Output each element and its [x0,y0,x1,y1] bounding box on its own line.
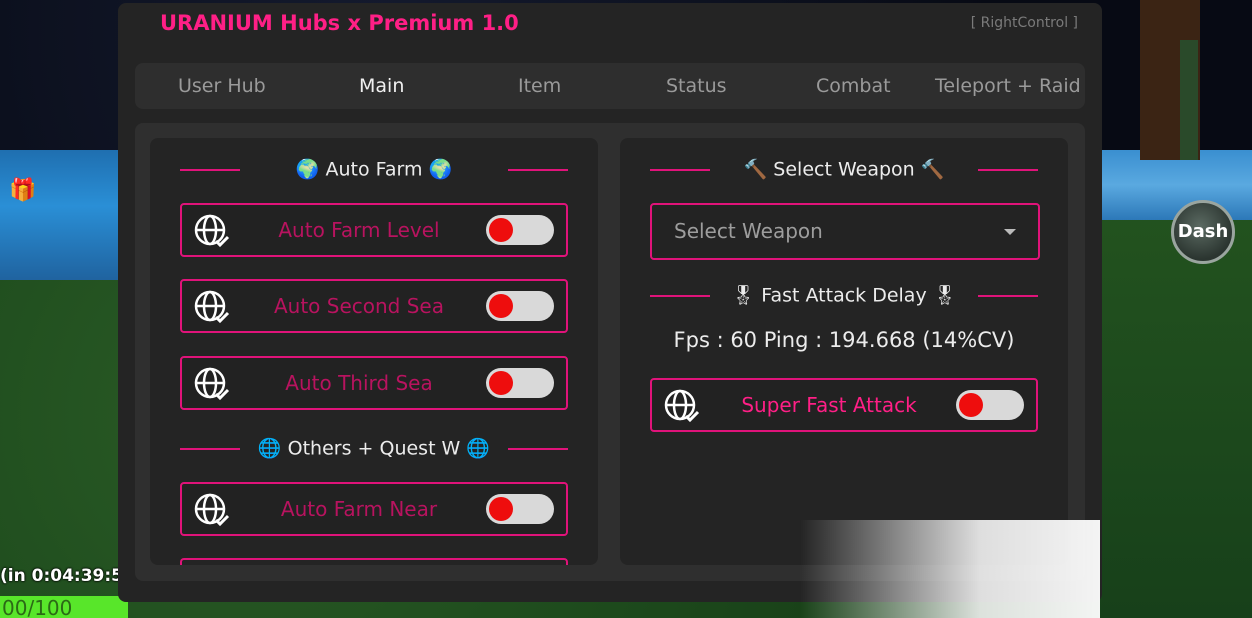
divider-line [978,169,1038,171]
hammer-icon: 🔨 [743,158,768,181]
health-bar: 00/100 [0,596,128,618]
toggle-knob [489,371,513,395]
section-others-quest: 🌐 Others + Quest W 🌐 [150,433,598,463]
right-panel: 🔨 Select Weapon 🔨 Select Weapon 🎖 Fast A… [620,138,1068,565]
globe-check-icon [194,214,230,248]
toggle-auto-third-sea[interactable]: Auto Third Sea [180,356,568,410]
hub-window: URANIUM Hubs x Premium 1.0 [ RightContro… [118,3,1102,602]
toggle-knob [489,294,513,318]
left-panel: 🌍 Auto Farm 🌍 Auto Farm Level Auto Secon… [150,138,598,565]
section-title: Select Weapon [773,158,915,181]
tab-combat[interactable]: Combat [816,63,891,109]
toggle-hotkey-label: [ RightControl ] [970,15,1078,31]
globe-emoji-icon: 🌍 [428,158,453,181]
tab-content: 🌍 Auto Farm 🌍 Auto Farm Level Auto Secon… [135,123,1085,581]
ground-right [1100,200,1252,618]
section-fast-attack-delay: 🎖 Fast Attack Delay 🎖 [620,280,1068,310]
toggle-auto-second-sea[interactable]: Auto Second Sea [180,279,568,333]
section-title: Auto Farm [325,158,423,181]
weapon-dropdown[interactable]: Select Weapon [650,203,1040,260]
tab-item[interactable]: Item [518,63,561,109]
tree-foliage [1180,40,1198,160]
divider-line [978,295,1038,297]
gift-icon[interactable]: 🎁 [6,174,40,208]
divider-line [508,448,568,450]
toggle-super-fast-attack[interactable]: Super Fast Attack [650,378,1038,432]
screen-glare [800,520,1100,618]
toggle-knob [489,497,513,521]
globe-check-icon [194,493,230,527]
tab-bar: User Hub Main Item Status Combat Telepor… [135,63,1085,109]
toggle-auto-farm-level[interactable]: Auto Farm Level [180,203,568,257]
tab-user-hub[interactable]: User Hub [178,63,266,109]
globe-check-icon [194,367,230,401]
window-title: URANIUM Hubs x Premium 1.0 [160,11,519,35]
medal-icon: 🎖 [932,284,957,307]
toggle-label: Auto Second Sea [273,294,444,318]
water-right [1090,150,1252,220]
fps-ping-readout: Fps : 60 Ping : 194.668 (14%CV) [673,328,1015,352]
divider-line [508,169,568,171]
toggle-switch[interactable] [486,494,554,524]
dash-button[interactable]: Dash [1171,200,1235,264]
globe-emoji-icon: 🌐 [466,437,491,460]
tab-status[interactable]: Status [666,63,727,109]
globe-check-icon [664,389,700,423]
toggle-switch[interactable] [486,215,554,245]
hammer-icon: 🔨 [920,158,945,181]
toggle-switch[interactable] [486,291,554,321]
section-title: Others + Quest W [287,437,461,460]
section-select-weapon: 🔨 Select Weapon 🔨 [620,154,1068,184]
dropdown-value: Select Weapon [674,219,823,243]
globe-emoji-icon: 🌐 [257,437,282,460]
toggle-auto-farm-near[interactable]: Auto Farm Near [180,482,568,536]
toggle-switch[interactable] [486,368,554,398]
toggle-row-partial[interactable] [180,558,568,565]
tab-teleport-raid[interactable]: Teleport + Raid [935,63,1081,109]
tab-main[interactable]: Main [359,63,404,109]
section-title: Fast Attack Delay [761,284,927,307]
toggle-label: Auto Third Sea [285,371,433,395]
globe-check-icon [194,290,230,324]
medal-icon: 🎖 [731,284,756,307]
toggle-label: Auto Farm Near [280,497,438,521]
toggle-knob [959,393,983,417]
caret-down-icon [1004,229,1016,235]
toggle-switch[interactable] [956,390,1024,420]
toggle-label: Super Fast Attack [741,393,917,417]
toggle-label: Auto Farm Level [278,218,440,242]
section-auto-farm: 🌍 Auto Farm 🌍 [150,154,598,184]
toggle-knob [489,218,513,242]
globe-emoji-icon: 🌍 [295,158,320,181]
